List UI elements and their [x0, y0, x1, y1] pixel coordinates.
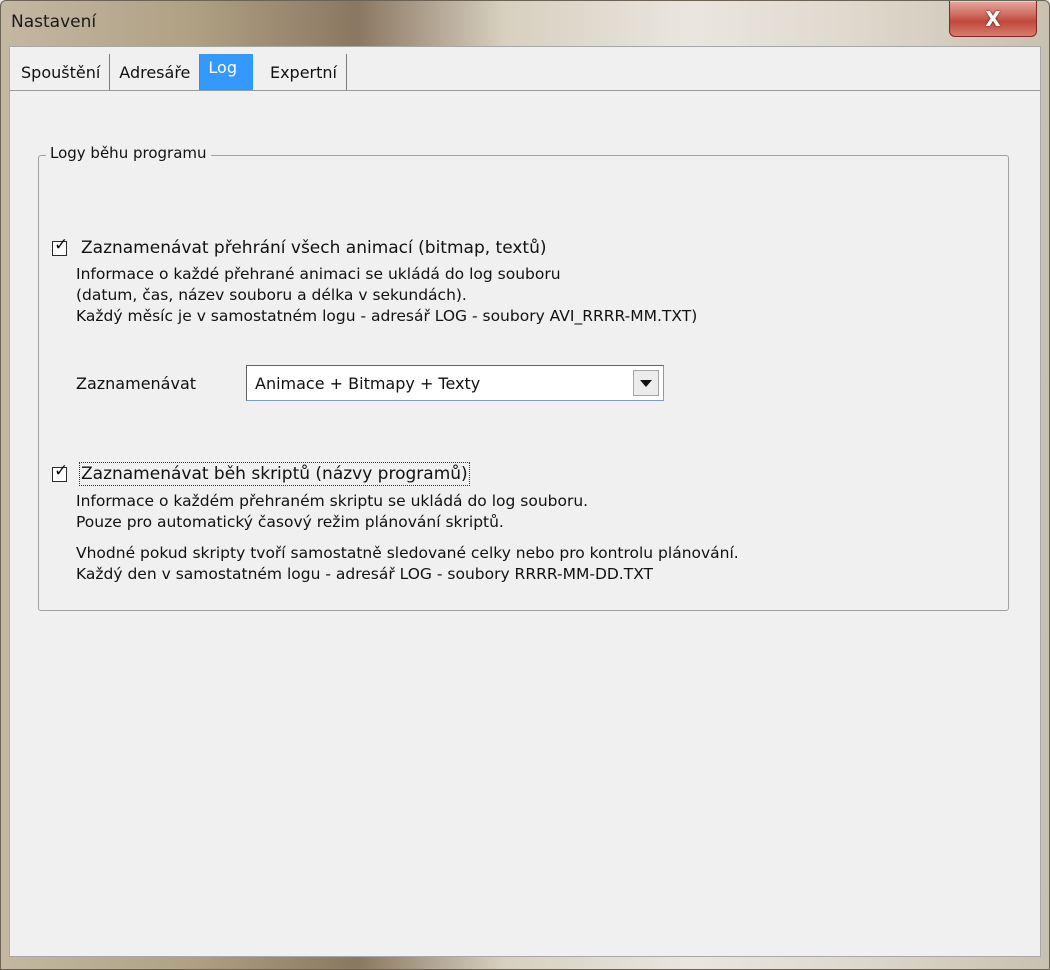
animations-checkbox-label: Zaznamenávat přehrání všech animací (bit…	[81, 238, 547, 258]
scripts-checkbox-label: Zaznamenávat běh skriptů (názvy programů…	[79, 462, 470, 486]
description-line: Vhodné pokud skripty tvoří samostatně sl…	[76, 544, 739, 562]
scripts-checkbox-row[interactable]: ✓ Zaznamenávat běh skriptů (názvy progra…	[52, 462, 470, 486]
tab-spousteni[interactable]: Spouštění	[12, 54, 111, 90]
animations-description: Informace o každé přehrané animaci se uk…	[76, 264, 697, 327]
animations-checkbox-row[interactable]: ✓ Zaznamenávat přehrání všech animací (b…	[52, 236, 547, 258]
tab-adresare[interactable]: Adresáře	[110, 54, 201, 90]
log-groupbox: Logy běhu programu ✓ Zaznamenávat přehrá…	[38, 144, 1009, 611]
description-line: (datum, čas, název souboru a délka v sek…	[76, 286, 467, 304]
log-mode-select[interactable]: Animace + Bitmapy + Texty	[246, 365, 664, 401]
description-line: Pouze pro automatický časový režim pláno…	[76, 513, 504, 531]
description-line: Informace o každé přehrané animaci se uk…	[76, 265, 561, 283]
scripts-description: Informace o každém přehraném skriptu se …	[76, 491, 588, 533]
dialog-client-area: Spouštění Adresáře Log Expertní Logy běh…	[9, 46, 1041, 957]
animations-checkbox[interactable]: ✓	[52, 236, 68, 256]
chevron-down-icon	[640, 379, 652, 387]
log-mode-label: Zaznamenávat	[76, 374, 197, 393]
scripts-note: Vhodné pokud skripty tvoří samostatně sl…	[76, 543, 739, 585]
close-button[interactable]: X	[949, 1, 1037, 37]
window-title: Nastavení	[11, 12, 97, 32]
check-icon: ✓	[54, 460, 69, 481]
tab-divider	[10, 90, 1040, 91]
dropdown-button[interactable]	[633, 370, 659, 396]
description-line: Každý měsíc je v samostatném logu - adre…	[76, 307, 698, 325]
close-icon: X	[985, 6, 1001, 31]
description-line: Informace o každém přehraném skriptu se …	[76, 492, 589, 510]
tab-bar: Spouštění Adresáře Log Expertní	[12, 54, 347, 90]
description-line: Každý den v samostatném logu - adresář L…	[76, 565, 654, 583]
check-icon: ✓	[54, 234, 69, 255]
tab-log[interactable]: Log	[200, 54, 253, 90]
scripts-checkbox[interactable]: ✓	[52, 462, 68, 482]
log-mode-value: Animace + Bitmapy + Texty	[255, 374, 481, 393]
tab-expertni[interactable]: Expertní	[260, 54, 347, 90]
group-label: Logy běhu programu	[46, 144, 211, 162]
settings-window: Nastavení X Spouštění Adresáře Log Exper…	[0, 0, 1050, 970]
